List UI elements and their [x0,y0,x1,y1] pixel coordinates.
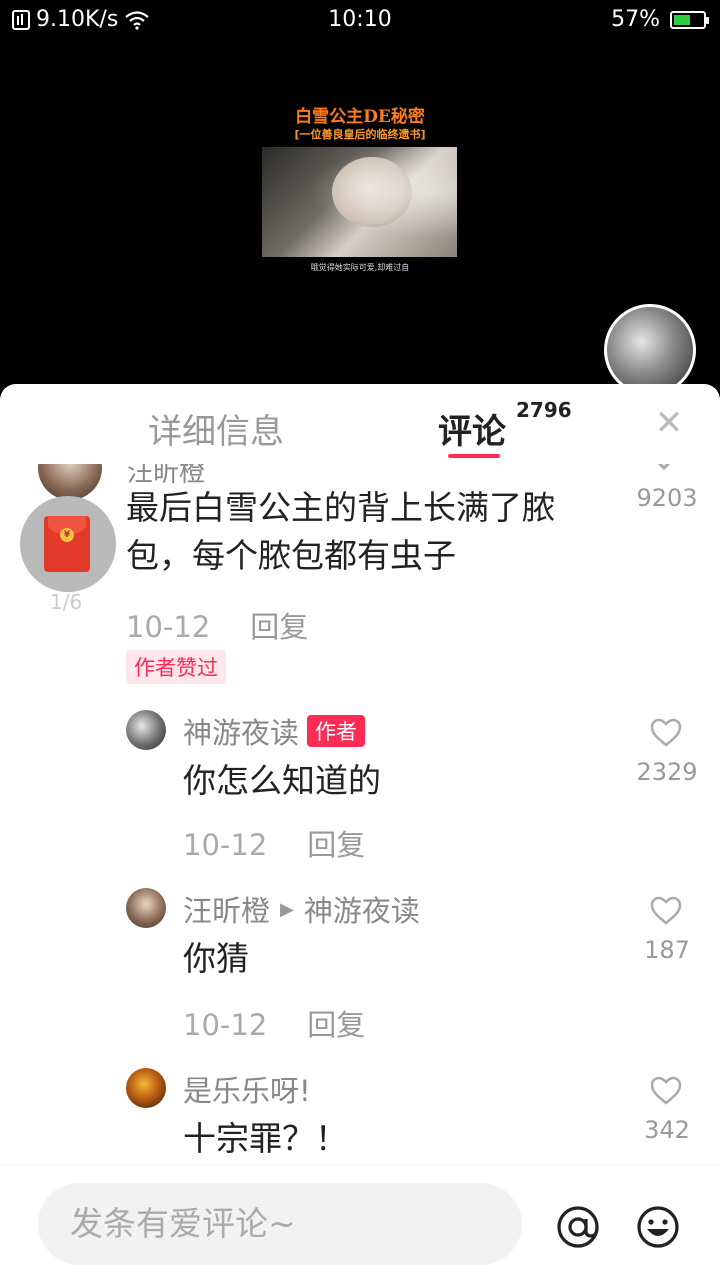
coin-icon: ¥ [60,528,74,542]
reply-text[interactable]: 你猜 [183,932,249,980]
video-title: 白雪公主DE秘密 [295,107,425,127]
reply-meta: 10-12 回复 [183,822,365,864]
reply-author-name: 神游夜读 [183,716,300,750]
reply-button[interactable]: 回复 [307,1008,365,1042]
red-packet-icon: ¥ [44,516,90,572]
author-liked-badge: 作者赞过 [126,650,226,684]
chevron-down-icon [657,464,671,471]
sheet-tabs: 详细信息 评论 2796 ✕ [0,384,720,464]
reply-author[interactable]: 是乐乐呀! [183,1068,311,1110]
like-count: 342 [644,1116,690,1144]
video-frame [262,147,457,257]
screen: 9.10K/s 10:10 57% 白雪公主DE秘密 [一位善良皇后的临终遗书]… [0,0,720,1280]
comment-input[interactable]: 发条有爱评论~ [38,1183,522,1265]
close-icon[interactable]: ✕ [654,406,684,440]
comments-count: 2796 [516,398,572,422]
reply-author[interactable]: 汪昕橙 ▶ 神游夜读 [183,888,420,930]
like-count: 187 [644,936,690,964]
tab-details[interactable]: 详细信息 [148,404,284,453]
emoji-icon[interactable] [636,1205,680,1249]
red-packet-button[interactable]: ¥ [20,496,116,592]
reply-date: 10-12 [183,1008,268,1042]
status-right: 57% [611,7,709,32]
reply-meta: 10-12 回复 [183,1002,365,1044]
battery-fill [674,14,690,25]
tab-indicator [448,454,500,458]
reply-button[interactable]: 回复 [307,828,365,862]
heart-icon[interactable] [650,718,682,748]
reply-author[interactable]: 神游夜读 作者 [183,710,366,752]
comment-date: 10-12 [126,610,211,644]
reply-text[interactable]: 你怎么知道的 [183,754,381,802]
comment-input-bar: 发条有爱评论~ [0,1164,720,1280]
avatar[interactable] [126,888,166,928]
battery-percent: 57% [611,7,660,32]
comment-sheet: 详细信息 评论 2796 ✕ 汪昕橙 9203 ¥ 1/6 最后白雪公主的背上长… [0,384,720,1280]
reply-arrow-icon: ▶ [280,898,294,920]
creator-avatar[interactable] [604,304,696,396]
reply-author-name: 是乐乐呀! [183,1074,311,1108]
reply-author-name: 汪昕橙 [183,894,271,928]
reply-date: 10-12 [183,828,268,862]
reply-button[interactable]: 回复 [250,610,308,644]
video-subtitle: [一位善良皇后的临终遗书] [294,128,426,141]
like-count: 2329 [636,758,698,786]
comment-list[interactable]: 汪昕橙 9203 ¥ 1/6 最后白雪公主的背上长满了脓包，每个脓包都有虫子 1… [0,464,720,1164]
avatar[interactable] [126,1068,166,1108]
tab-comments-label: 评论 [438,412,506,452]
like-count: 9203 [636,484,698,512]
video-overlay [262,147,457,257]
author-tag: 作者 [307,715,366,747]
comment-text[interactable]: 最后白雪公主的背上长满了脓包，每个脓包都有虫子 [126,484,596,580]
heart-icon[interactable] [650,1076,682,1106]
at-icon[interactable] [556,1205,600,1249]
reply-text[interactable]: 十宗罪？！ [183,1112,348,1160]
avatar[interactable] [126,710,166,750]
reply-to-name: 神游夜读 [303,894,420,928]
video-caption: 哦觉得她实际可爱,却难过自 [310,263,410,272]
heart-icon[interactable] [650,896,682,926]
red-packet-counter: 1/6 [50,590,83,614]
comment-meta: 10-12 回复 [126,604,308,646]
status-bar: 9.10K/s 10:10 57% [0,0,720,40]
avatar[interactable] [38,464,102,500]
battery-icon [670,10,709,29]
tab-comments[interactable]: 评论 2796 [438,398,572,453]
